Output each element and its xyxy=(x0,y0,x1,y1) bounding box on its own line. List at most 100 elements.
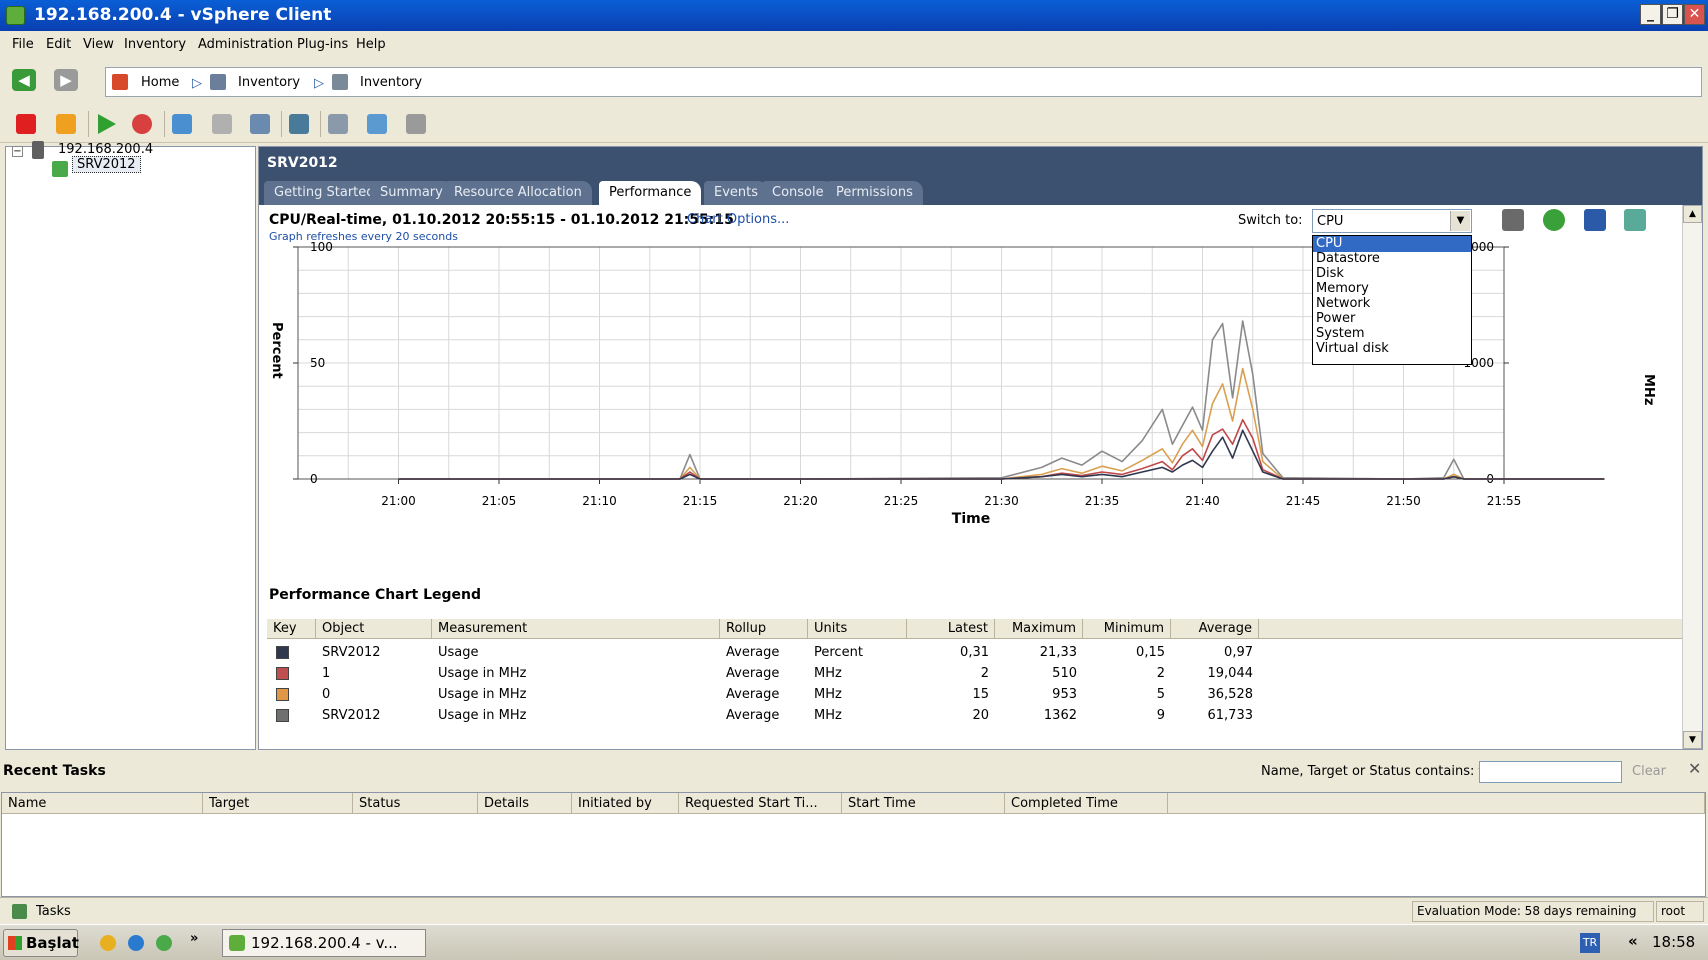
back-arrow-icon[interactable]: ◀ xyxy=(12,69,36,91)
tab-summary[interactable]: Summary xyxy=(370,181,453,205)
option-cpu[interactable]: CPU xyxy=(1313,236,1471,252)
tab-events[interactable]: Events xyxy=(704,181,769,205)
scroll-down-icon[interactable]: ▼ xyxy=(1683,731,1702,749)
breadcrumb-home[interactable]: Home xyxy=(141,75,179,90)
suspend-icon[interactable] xyxy=(56,114,76,134)
tasks-button[interactable]: Tasks xyxy=(8,901,88,922)
tab-getting-started[interactable]: Getting Started xyxy=(264,181,385,205)
chrome-icon[interactable] xyxy=(100,935,116,951)
y-tick-label: 100 xyxy=(310,240,333,254)
legend-row[interactable]: 1 Usage in MHz Average MHz 2 510 2 19,044 xyxy=(267,664,1693,684)
language-indicator[interactable]: TR xyxy=(1580,933,1600,953)
migrate-icon[interactable] xyxy=(367,114,387,134)
legend-row[interactable]: 0 Usage in MHz Average MHz 15 953 5 36,528 xyxy=(267,685,1693,705)
ie-icon[interactable] xyxy=(128,935,144,951)
legend-header-average[interactable]: Average xyxy=(1171,619,1259,639)
menu-plugins[interactable]: Plug-ins xyxy=(297,37,348,52)
forward-arrow-icon[interactable]: ▶ xyxy=(54,69,78,91)
option-virtual-disk[interactable]: Virtual disk xyxy=(1313,341,1471,357)
panel-scrollbar[interactable]: ▲ ▼ xyxy=(1682,205,1702,749)
quicklaunch-more-icon[interactable]: » xyxy=(190,931,198,946)
snapshot-icon[interactable] xyxy=(172,114,192,134)
tasks-header-status[interactable]: Status xyxy=(353,793,478,814)
reset-icon[interactable] xyxy=(132,114,152,134)
save-icon[interactable] xyxy=(1584,209,1606,231)
tasks-filter-dropdown[interactable]: Name, Target or Status contains: ▾ xyxy=(1261,764,1485,779)
legend-header-minimum[interactable]: Minimum xyxy=(1083,619,1171,639)
x-tick-label: 21:20 xyxy=(783,494,818,508)
breadcrumb-inventory-2[interactable]: Inventory xyxy=(360,75,422,90)
legend-cell-average: 19,044 xyxy=(1207,666,1254,681)
legend-header-object[interactable]: Object xyxy=(316,619,432,639)
tasks-header-completed-time[interactable]: Completed Time xyxy=(1005,793,1168,814)
start-label: Başlat xyxy=(26,934,79,952)
tasks-filter-input[interactable] xyxy=(1479,761,1622,783)
option-memory[interactable]: Memory xyxy=(1313,281,1471,297)
legend-row[interactable]: SRV2012 Usage Average Percent 0,31 21,33 0,15 0… xyxy=(267,643,1693,663)
tasks-clear-button[interactable]: Clear xyxy=(1632,764,1666,779)
option-system[interactable]: System xyxy=(1313,326,1471,342)
tasks-header-details[interactable]: Details xyxy=(478,793,572,814)
print-icon[interactable] xyxy=(1502,209,1524,231)
tree-vm[interactable]: SRV2012 xyxy=(72,156,141,173)
legend-header-maximum[interactable]: Maximum xyxy=(995,619,1083,639)
menu-edit[interactable]: Edit xyxy=(46,37,71,52)
close-icon[interactable]: ✕ xyxy=(1688,759,1701,778)
vsphere-quicklaunch-icon[interactable] xyxy=(156,935,172,951)
taskbar-item-vsphere[interactable]: 192.168.200.4 - v... xyxy=(222,929,426,957)
option-power[interactable]: Power xyxy=(1313,311,1471,327)
chevron-down-icon[interactable]: ▼ xyxy=(1450,211,1470,231)
clone-icon[interactable] xyxy=(406,114,426,134)
maximize-button[interactable]: ❐ xyxy=(1662,4,1683,25)
menu-bar: File Edit View Inventory Administration … xyxy=(0,31,1708,57)
home-icon[interactable] xyxy=(112,74,128,90)
legend-header-latest[interactable]: Latest xyxy=(907,619,995,639)
tasks-header-target[interactable]: Target xyxy=(203,793,353,814)
edit-settings-icon[interactable] xyxy=(328,114,348,134)
breadcrumb-inventory-1[interactable]: Inventory xyxy=(238,75,300,90)
switch-to-select[interactable]: CPU ▼ xyxy=(1312,209,1472,233)
power-off-icon[interactable] xyxy=(16,114,36,134)
tasks-header-requested-start[interactable]: Requested Start Ti... xyxy=(679,793,842,814)
tasks-header-start-time[interactable]: Start Time xyxy=(842,793,1005,814)
menu-administration[interactable]: Administration xyxy=(198,37,293,52)
legend-cell-minimum: 0,15 xyxy=(1136,645,1165,660)
tree-collapse-icon[interactable]: − xyxy=(12,146,23,157)
switch-to-value: CPU xyxy=(1317,214,1344,229)
switch-to-label: Switch to: xyxy=(1238,213,1303,228)
console-icon[interactable] xyxy=(289,114,309,134)
option-disk[interactable]: Disk xyxy=(1313,266,1471,282)
legend-header-rollup[interactable]: Rollup xyxy=(720,619,808,639)
option-datastore[interactable]: Datastore xyxy=(1313,251,1471,267)
scroll-up-icon[interactable]: ▲ xyxy=(1683,205,1702,223)
inventory-tree: − 192.168.200.4 SRV2012 xyxy=(5,141,256,750)
option-network[interactable]: Network xyxy=(1313,296,1471,312)
tray-expand-icon[interactable]: « xyxy=(1628,932,1638,950)
close-button[interactable]: ✕ xyxy=(1684,4,1705,25)
legend-row[interactable]: SRV2012 Usage in MHz Average MHz 20 1362 9 61,7… xyxy=(267,706,1693,726)
tree-host[interactable]: 192.168.200.4 xyxy=(58,142,153,157)
minimize-button[interactable]: _ xyxy=(1640,4,1661,25)
tasks-header-initiated-by[interactable]: Initiated by xyxy=(572,793,679,814)
power-on-icon[interactable] xyxy=(98,114,116,134)
menu-help[interactable]: Help xyxy=(356,37,386,52)
popup-chart-icon[interactable] xyxy=(1624,209,1646,231)
menu-inventory[interactable]: Inventory xyxy=(124,37,186,52)
tab-permissions[interactable]: Permissions xyxy=(826,181,923,205)
menu-view[interactable]: View xyxy=(83,37,114,52)
legend-header-measurement[interactable]: Measurement xyxy=(432,619,720,639)
tab-performance[interactable]: Performance xyxy=(599,181,702,205)
tasks-header-name[interactable]: Name xyxy=(2,793,203,814)
chart-options-link[interactable]: Chart Options... xyxy=(687,212,789,227)
revert-snapshot-icon[interactable] xyxy=(212,114,232,134)
panel-title: SRV2012 xyxy=(267,155,338,171)
start-button[interactable]: Başlat xyxy=(3,929,79,957)
tab-console[interactable]: Console xyxy=(762,181,834,205)
tab-resource-allocation[interactable]: Resource Allocation xyxy=(444,181,592,205)
menu-file[interactable]: File xyxy=(12,37,34,52)
legend-header-key[interactable]: Key xyxy=(267,619,316,639)
refresh-icon[interactable] xyxy=(1543,209,1565,231)
legend-header-units[interactable]: Units xyxy=(808,619,907,639)
snapshot-manager-icon[interactable] xyxy=(250,114,270,134)
legend-cell-average: 61,733 xyxy=(1207,708,1254,723)
